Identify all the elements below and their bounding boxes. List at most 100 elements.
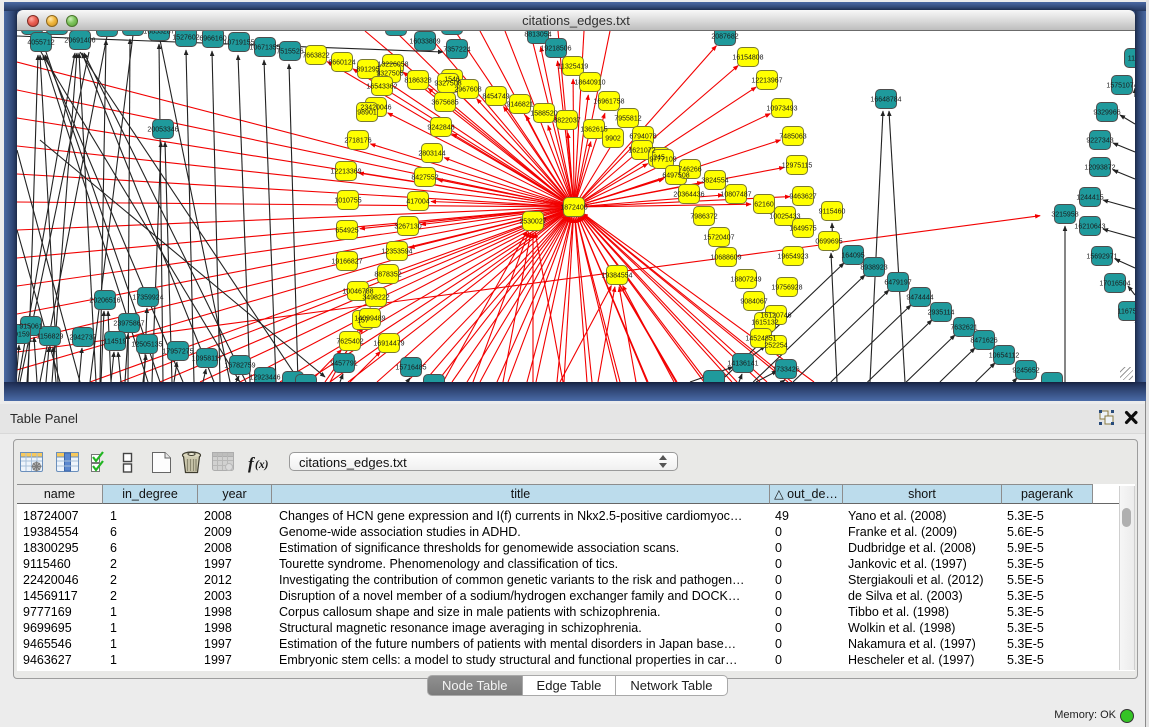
svg-text:6794078: 6794078 bbox=[629, 133, 656, 140]
svg-text:17957275: 17957275 bbox=[162, 348, 193, 355]
svg-text:10688609: 10688609 bbox=[710, 254, 741, 261]
svg-text:12353594: 12353594 bbox=[381, 248, 412, 255]
svg-text:2942737: 2942737 bbox=[69, 334, 96, 341]
svg-text:12213369: 12213369 bbox=[330, 168, 361, 175]
svg-text:8813054: 8813054 bbox=[524, 31, 551, 38]
svg-text:17359924: 17359924 bbox=[132, 294, 163, 301]
svg-text:1649575: 1649575 bbox=[789, 225, 816, 232]
svg-text:10853287: 10853287 bbox=[143, 31, 174, 35]
svg-text:16961758: 16961758 bbox=[593, 98, 624, 105]
svg-text:8878352: 8878352 bbox=[374, 271, 401, 278]
svg-text:6479197: 6479197 bbox=[884, 279, 911, 286]
svg-text:13226058: 13226058 bbox=[377, 61, 408, 68]
svg-text:8822037: 8822037 bbox=[553, 117, 580, 124]
svg-text:9329966: 9329966 bbox=[1093, 109, 1120, 116]
svg-text:12505135: 12505135 bbox=[131, 341, 162, 348]
svg-text:3824554: 3824554 bbox=[701, 177, 728, 184]
svg-text:23975867: 23975867 bbox=[113, 320, 144, 327]
svg-text:8454749: 8454749 bbox=[482, 93, 509, 100]
svg-text:19654923: 19654923 bbox=[777, 253, 808, 260]
svg-text:8660124: 8660124 bbox=[328, 59, 355, 66]
svg-text:9327505: 9327505 bbox=[376, 70, 403, 77]
svg-text:62160: 62160 bbox=[754, 201, 774, 208]
svg-text:3215958: 3215958 bbox=[1051, 211, 1078, 218]
svg-text:18640910: 18640910 bbox=[574, 79, 605, 86]
svg-text:3675685: 3675685 bbox=[431, 99, 458, 106]
svg-text:15716485: 15716485 bbox=[395, 364, 426, 371]
svg-text:3267130: 3267130 bbox=[394, 223, 421, 230]
svg-text:9457791: 9457791 bbox=[330, 360, 357, 367]
svg-text:114519: 114519 bbox=[104, 338, 127, 345]
svg-text:2803144: 2803144 bbox=[418, 150, 445, 157]
svg-text:3498222: 3498222 bbox=[362, 294, 389, 301]
svg-text:1362615: 1362615 bbox=[580, 126, 607, 133]
svg-text:16120746: 16120746 bbox=[760, 312, 791, 319]
svg-text:654925: 654925 bbox=[335, 227, 358, 234]
svg-text:17016504: 17016504 bbox=[1099, 280, 1130, 287]
svg-text:20053346: 20053346 bbox=[147, 126, 178, 133]
svg-text:18807249: 18807249 bbox=[730, 276, 761, 283]
svg-text:164095: 164095 bbox=[841, 252, 864, 259]
svg-text:1244415: 1244415 bbox=[1076, 194, 1103, 201]
svg-text:16914479: 16914479 bbox=[373, 340, 404, 347]
svg-text:4055712: 4055712 bbox=[27, 39, 54, 46]
svg-text:19218506: 19218506 bbox=[540, 45, 571, 52]
svg-text:7955812: 7955812 bbox=[614, 115, 641, 122]
svg-text:16154808: 16154808 bbox=[732, 54, 763, 61]
svg-text:7357224: 7357224 bbox=[443, 46, 470, 53]
svg-text:1621072: 1621072 bbox=[628, 147, 655, 154]
svg-text:9777109: 9777109 bbox=[649, 156, 676, 163]
svg-text:1010755: 1010755 bbox=[334, 197, 361, 204]
svg-text:915061: 915061 bbox=[19, 323, 42, 330]
svg-text:7632621: 7632621 bbox=[950, 324, 977, 331]
svg-text:10958117: 10958117 bbox=[192, 355, 223, 362]
svg-text:252254: 252254 bbox=[764, 342, 787, 349]
svg-text:8471626: 8471626 bbox=[970, 337, 997, 344]
svg-text:8427552: 8427552 bbox=[411, 174, 438, 181]
svg-text:9242848: 9242848 bbox=[427, 124, 454, 131]
svg-text:8186328: 8186328 bbox=[404, 77, 431, 84]
svg-text:1733426: 1733426 bbox=[772, 366, 799, 373]
svg-text:1588520: 1588520 bbox=[530, 110, 557, 117]
svg-text:0699695: 0699695 bbox=[815, 238, 842, 245]
svg-text:2530027: 2530027 bbox=[519, 218, 546, 225]
svg-text:11325419: 11325419 bbox=[558, 63, 589, 70]
svg-text:10654112: 10654112 bbox=[989, 352, 1020, 359]
svg-text:10025433: 10025433 bbox=[769, 213, 800, 220]
svg-text:9245652: 9245652 bbox=[1012, 367, 1039, 374]
svg-text:16033809: 16033809 bbox=[409, 38, 440, 45]
svg-text:9227343: 9227343 bbox=[1086, 137, 1113, 144]
svg-text:14524851: 14524851 bbox=[745, 335, 776, 342]
svg-text:15692971: 15692971 bbox=[1086, 253, 1117, 260]
svg-text:19756928: 19756928 bbox=[771, 284, 802, 291]
svg-text:14099489: 14099489 bbox=[354, 315, 385, 322]
svg-text:1527602: 1527602 bbox=[172, 34, 199, 41]
svg-text:9474444: 9474444 bbox=[906, 294, 933, 301]
svg-text:1156829: 1156829 bbox=[37, 333, 64, 340]
svg-text:12923446: 12923446 bbox=[249, 374, 280, 381]
svg-text:10973493: 10973493 bbox=[766, 105, 797, 112]
svg-text:7986372: 7986372 bbox=[690, 213, 717, 220]
svg-text:20206516: 20206516 bbox=[89, 297, 120, 304]
svg-text:9084067: 9084067 bbox=[740, 298, 767, 305]
svg-text:16543362: 16543362 bbox=[366, 83, 397, 90]
svg-text:2967608: 2967608 bbox=[454, 86, 481, 93]
svg-text:20691406: 20691406 bbox=[64, 37, 95, 44]
svg-text:39159: 39159 bbox=[17, 331, 30, 338]
svg-text:7663822: 7663822 bbox=[302, 52, 329, 59]
svg-text:9115460: 9115460 bbox=[819, 208, 846, 215]
svg-text:746266: 746266 bbox=[678, 166, 701, 173]
svg-text:12093872: 12093872 bbox=[1084, 164, 1115, 171]
svg-text:10807487: 10807487 bbox=[720, 191, 751, 198]
svg-text:16210643: 16210643 bbox=[1074, 223, 1105, 230]
svg-text:15751074: 15751074 bbox=[1106, 82, 1135, 89]
svg-text:15720407: 15720407 bbox=[703, 234, 734, 241]
svg-text:16782759: 16782759 bbox=[224, 362, 255, 369]
svg-text:12213967: 12213967 bbox=[751, 77, 782, 84]
svg-text:14136141: 14136141 bbox=[727, 360, 758, 367]
svg-text:7485063: 7485063 bbox=[779, 133, 806, 140]
svg-text:9463627: 9463627 bbox=[789, 193, 816, 200]
svg-text:8938923: 8938923 bbox=[860, 264, 887, 271]
svg-text:2718176: 2718176 bbox=[344, 137, 371, 144]
svg-text:1117: 1117 bbox=[1128, 55, 1135, 62]
